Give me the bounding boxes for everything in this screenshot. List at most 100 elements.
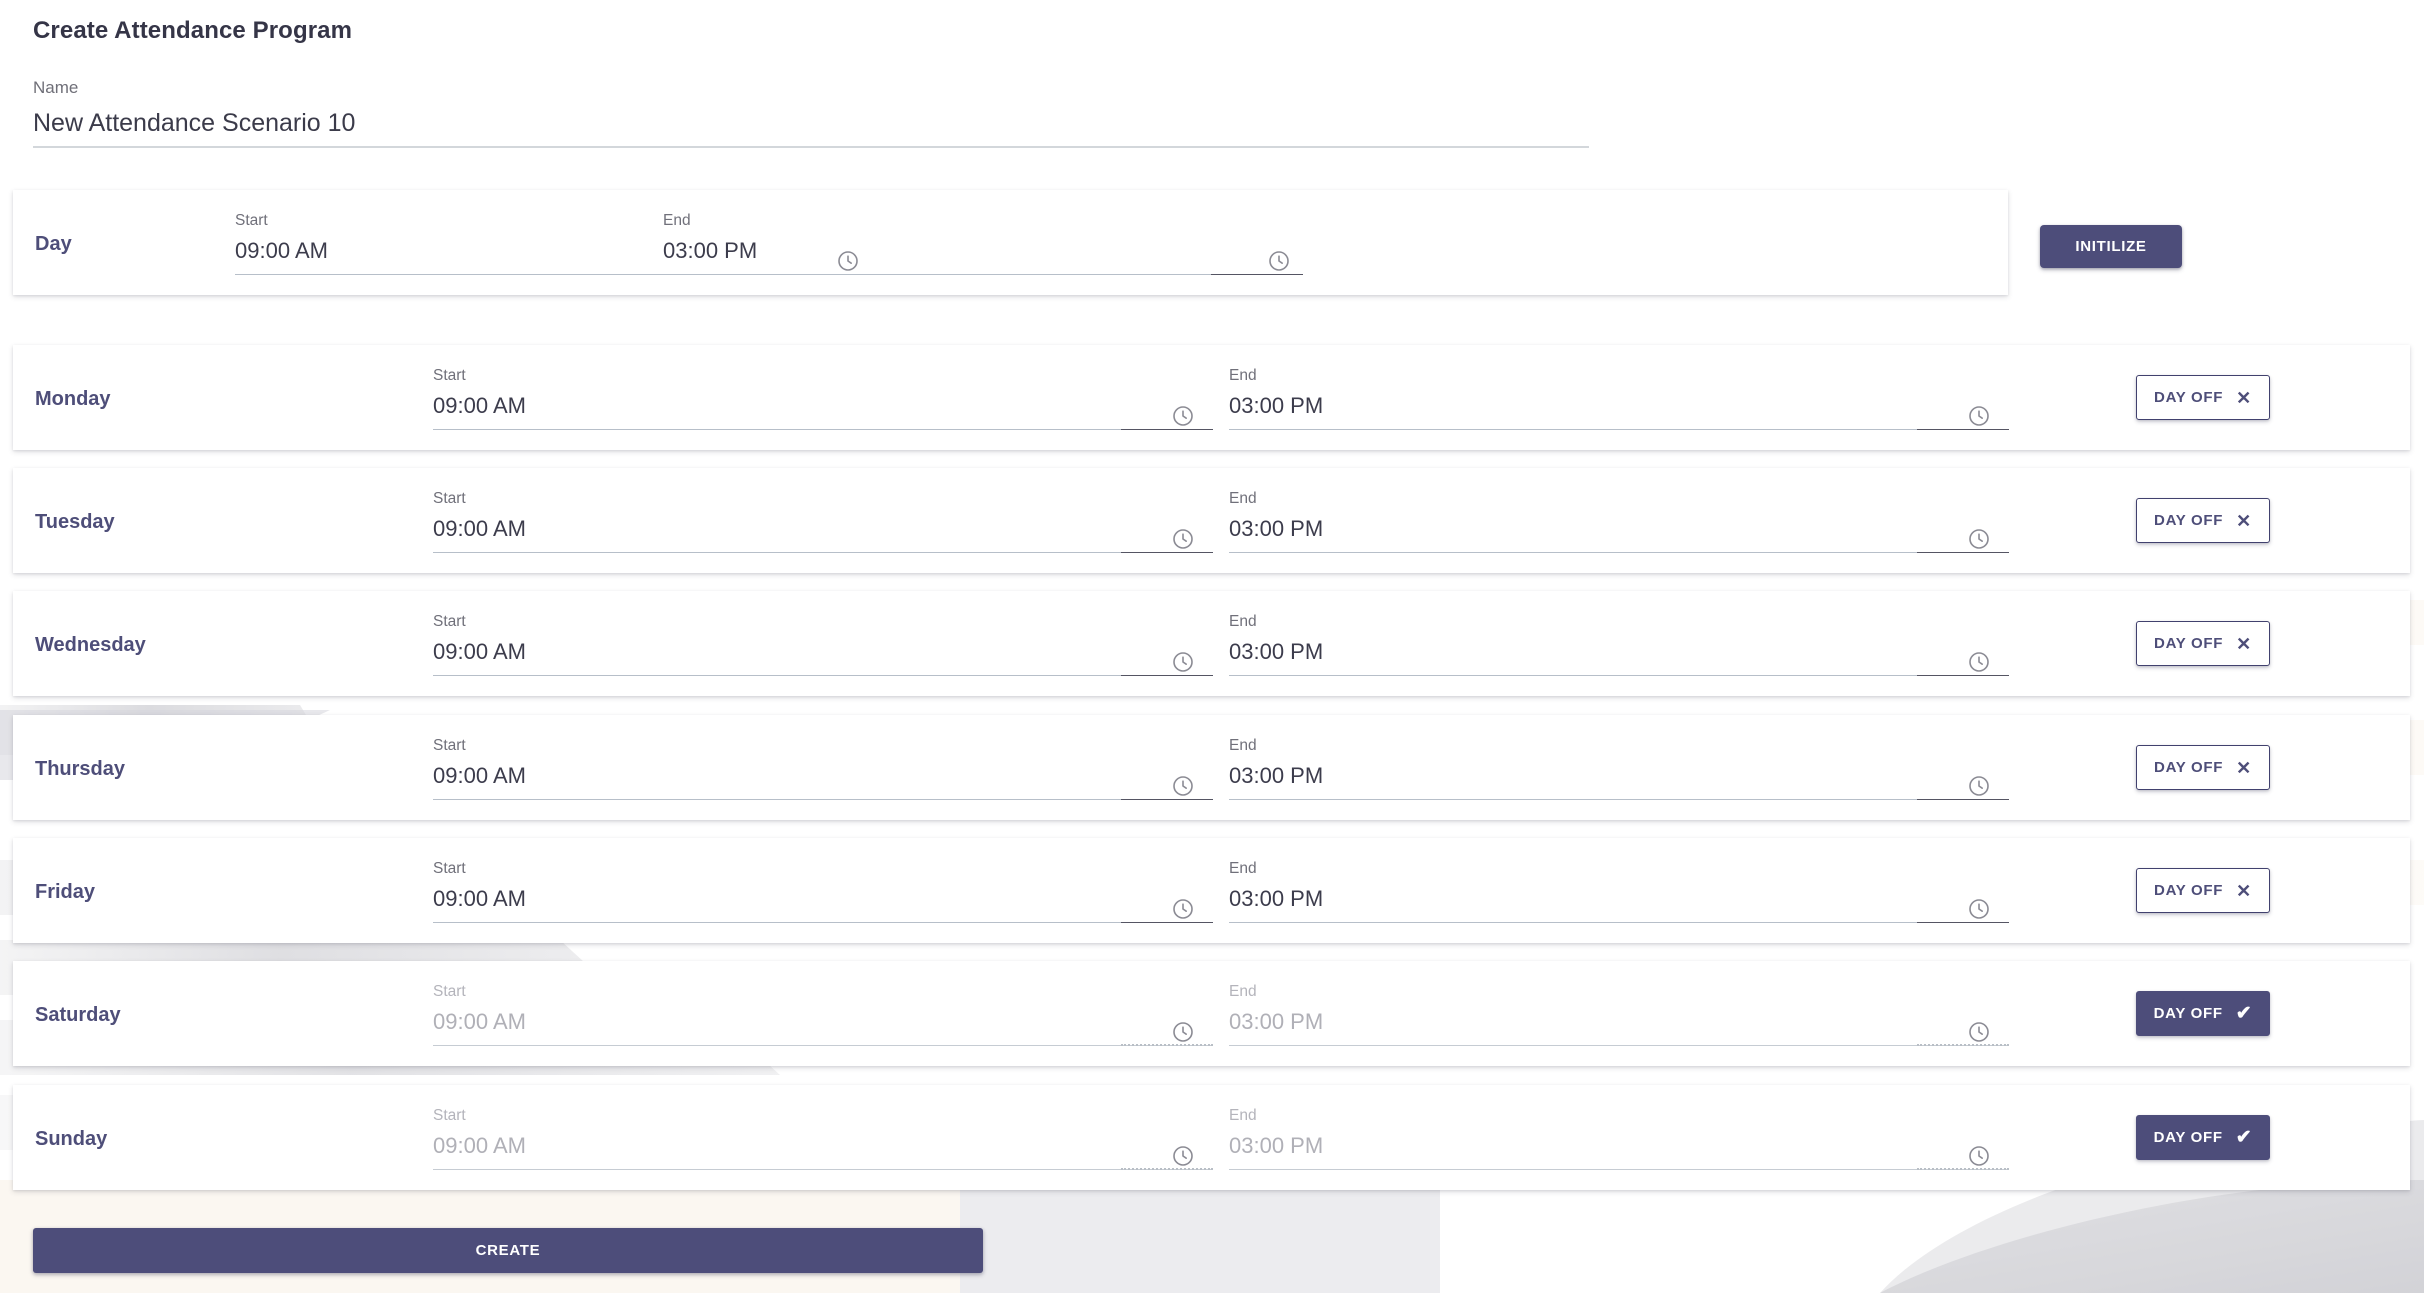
name-input-underline [33, 146, 1589, 148]
end-group-monday[interactable]: End 03:00 PM [1229, 367, 2009, 430]
day-off-label: DAY OFF [2154, 389, 2224, 406]
day-label-sunday: Sunday [35, 1128, 108, 1150]
clock-icon[interactable] [1967, 527, 1991, 551]
day-off-toggle-thursday[interactable]: DAY OFF ✕ [2136, 745, 2270, 790]
start-input-wednesday[interactable]: 09:00 AM [433, 631, 1213, 669]
close-icon: ✕ [2236, 880, 2252, 901]
template-day-label: Day [35, 233, 72, 255]
end-underline [1229, 552, 2009, 553]
initialize-button[interactable]: INITILIZE [2040, 225, 2182, 268]
close-icon: ✕ [2236, 510, 2252, 531]
end-underline [1229, 1044, 2009, 1046]
day-row-sunday: Sunday Start 09:00 AM End 03:00 PM DAY O… [13, 1085, 2410, 1190]
start-underline [433, 429, 1213, 430]
end-group-saturday[interactable]: End 03:00 PM [1229, 983, 2009, 1046]
end-input-tuesday[interactable]: 03:00 PM [1229, 508, 2009, 546]
end-label: End [1229, 983, 1257, 1000]
day-off-toggle-friday[interactable]: DAY OFF ✕ [2136, 868, 2270, 913]
clock-icon[interactable] [1171, 774, 1195, 798]
end-label: End [1229, 860, 1257, 877]
clock-icon[interactable] [1171, 1020, 1195, 1044]
day-row-thursday: Thursday Start 09:00 AM End 03:00 PM DAY… [13, 715, 2410, 820]
check-icon: ✔ [2235, 1127, 2253, 1148]
start-underline [433, 922, 1213, 923]
end-group-tuesday[interactable]: End 03:00 PM [1229, 490, 2009, 553]
close-icon: ✕ [2236, 757, 2252, 778]
start-label: Start [433, 367, 466, 384]
start-label: Start [433, 860, 466, 877]
day-off-toggle-sunday[interactable]: DAY OFF ✔ [2136, 1115, 2270, 1160]
start-group-wednesday[interactable]: Start 09:00 AM [433, 613, 1213, 676]
page-title: Create Attendance Program [33, 17, 353, 44]
start-input-tuesday[interactable]: 09:00 AM [433, 508, 1213, 546]
start-input-sunday[interactable]: 09:00 AM [433, 1125, 1213, 1163]
start-input-saturday[interactable]: 09:00 AM [433, 1001, 1213, 1039]
clock-icon[interactable] [1967, 650, 1991, 674]
start-group-tuesday[interactable]: Start 09:00 AM [433, 490, 1213, 553]
day-off-toggle-tuesday[interactable]: DAY OFF ✕ [2136, 498, 2270, 543]
day-off-toggle-saturday[interactable]: DAY OFF ✔ [2136, 991, 2270, 1036]
end-group-wednesday[interactable]: End 03:00 PM [1229, 613, 2009, 676]
end-input-saturday[interactable]: 03:00 PM [1229, 1001, 2009, 1039]
end-group-friday[interactable]: End 03:00 PM [1229, 860, 2009, 923]
day-off-label: DAY OFF [2153, 1005, 2223, 1022]
day-off-toggle-monday[interactable]: DAY OFF ✕ [2136, 375, 2270, 420]
start-input-thursday[interactable]: 09:00 AM [433, 755, 1213, 793]
day-off-label: DAY OFF [2154, 882, 2224, 899]
day-off-label: DAY OFF [2154, 635, 2224, 652]
start-group-monday[interactable]: Start 09:00 AM [433, 367, 1213, 430]
start-group-sunday[interactable]: Start 09:00 AM [433, 1107, 1213, 1170]
clock-icon[interactable] [1171, 650, 1195, 674]
template-end-group[interactable]: End 03:00 PM [663, 212, 1303, 275]
template-day-row: Day Start 09:00 AM End 03:00 PM [13, 190, 2008, 295]
clock-icon[interactable] [1171, 897, 1195, 921]
clock-icon[interactable] [1967, 1144, 1991, 1168]
day-off-label: DAY OFF [2154, 759, 2224, 776]
clock-icon[interactable] [1171, 527, 1195, 551]
day-row-wednesday: Wednesday Start 09:00 AM End 03:00 PM DA… [13, 591, 2410, 696]
day-label-monday: Monday [35, 388, 111, 410]
day-row-tuesday: Tuesday Start 09:00 AM End 03:00 PM DAY … [13, 468, 2410, 573]
end-input-friday[interactable]: 03:00 PM [1229, 878, 2009, 916]
end-underline [1229, 675, 2009, 676]
start-underline [433, 1044, 1213, 1046]
start-label: Start [433, 1107, 466, 1124]
end-underline [1229, 922, 2009, 923]
close-icon: ✕ [2236, 387, 2252, 408]
name-input[interactable]: New Attendance Scenario 10 [33, 98, 1589, 142]
start-group-saturday[interactable]: Start 09:00 AM [433, 983, 1213, 1046]
day-label-saturday: Saturday [35, 1004, 121, 1026]
clock-icon[interactable] [1267, 249, 1291, 273]
start-group-friday[interactable]: Start 09:00 AM [433, 860, 1213, 923]
end-label: End [1229, 490, 1257, 507]
end-input-sunday[interactable]: 03:00 PM [1229, 1125, 2009, 1163]
template-end-input[interactable]: 03:00 PM [663, 230, 1303, 268]
day-row-saturday: Saturday Start 09:00 AM End 03:00 PM DAY… [13, 961, 2410, 1066]
end-underline [1229, 799, 2009, 800]
clock-icon[interactable] [1171, 404, 1195, 428]
clock-icon[interactable] [1967, 1020, 1991, 1044]
end-underline [1229, 429, 2009, 430]
day-label-friday: Friday [35, 881, 96, 903]
day-off-toggle-wednesday[interactable]: DAY OFF ✕ [2136, 621, 2270, 666]
name-field[interactable]: Name New Attendance Scenario 10 [33, 78, 1589, 148]
start-group-thursday[interactable]: Start 09:00 AM [433, 737, 1213, 800]
clock-icon[interactable] [1171, 1144, 1195, 1168]
create-button[interactable]: CREATE [33, 1228, 983, 1273]
clock-icon[interactable] [1967, 404, 1991, 428]
end-label: End [1229, 367, 1257, 384]
clock-icon[interactable] [1967, 897, 1991, 921]
start-input-friday[interactable]: 09:00 AM [433, 878, 1213, 916]
end-input-thursday[interactable]: 03:00 PM [1229, 755, 2009, 793]
day-off-label: DAY OFF [2154, 512, 2224, 529]
end-label: End [1229, 737, 1257, 754]
end-group-sunday[interactable]: End 03:00 PM [1229, 1107, 2009, 1170]
day-label-tuesday: Tuesday [35, 511, 115, 533]
end-group-thursday[interactable]: End 03:00 PM [1229, 737, 2009, 800]
start-input-monday[interactable]: 09:00 AM [433, 385, 1213, 423]
day-label-wednesday: Wednesday [35, 634, 146, 656]
end-input-wednesday[interactable]: 03:00 PM [1229, 631, 2009, 669]
day-row-friday: Friday Start 09:00 AM End 03:00 PM DAY O… [13, 838, 2410, 943]
clock-icon[interactable] [1967, 774, 1991, 798]
end-input-monday[interactable]: 03:00 PM [1229, 385, 2009, 423]
